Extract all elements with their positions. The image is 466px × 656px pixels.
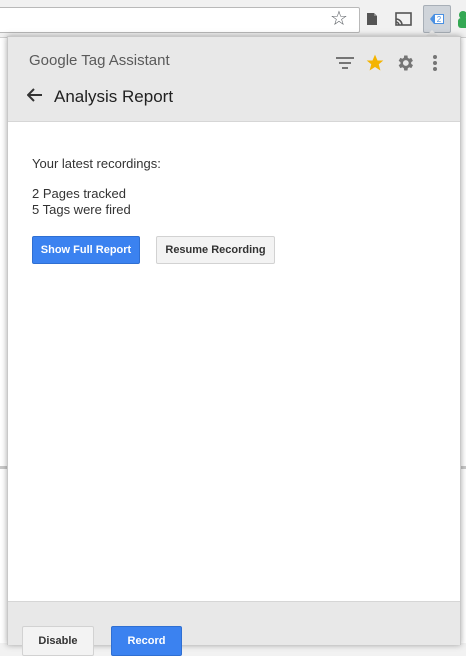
cast-icon[interactable] xyxy=(393,9,413,29)
tag-assistant-popup: Google Tag Assistant Analysis Report You… xyxy=(7,36,461,656)
address-bar[interactable] xyxy=(0,7,360,33)
page-title: Analysis Report xyxy=(54,87,174,106)
tag-assistant-extension-button[interactable]: 2 xyxy=(423,5,451,33)
pages-tracked: 2 Pages tracked xyxy=(32,186,126,201)
green-extension-icon[interactable] xyxy=(455,9,466,29)
disable-button[interactable]: Disable xyxy=(22,626,94,656)
show-full-report-button[interactable]: Show Full Report xyxy=(32,236,140,264)
tags-fired: 5 Tags were fired xyxy=(32,202,131,217)
bookmark-star-icon[interactable]: ☆ xyxy=(328,8,350,30)
popup-footer: Disable Record xyxy=(8,601,460,656)
brand-product: Tag Assistant xyxy=(81,52,170,69)
resume-recording-button[interactable]: Resume Recording xyxy=(156,236,275,264)
more-vert-icon[interactable] xyxy=(424,52,446,74)
brand-google: Google xyxy=(29,52,78,69)
extension-badge: 2 xyxy=(437,15,442,24)
record-button[interactable]: Record xyxy=(111,626,182,656)
popup-header: Google Tag Assistant Analysis Report xyxy=(8,37,460,122)
brand-title: Google Tag Assistant xyxy=(29,52,170,69)
star-icon[interactable] xyxy=(364,52,386,74)
filter-icon[interactable] xyxy=(334,52,356,74)
evernote-extension-icon[interactable] xyxy=(362,9,382,29)
browser-toolbar: ☆ 2 xyxy=(0,0,466,38)
back-arrow-icon[interactable] xyxy=(24,84,46,106)
gear-icon[interactable] xyxy=(394,52,416,74)
header-actions xyxy=(334,52,446,74)
recordings-label: Your latest recordings: xyxy=(32,156,161,171)
